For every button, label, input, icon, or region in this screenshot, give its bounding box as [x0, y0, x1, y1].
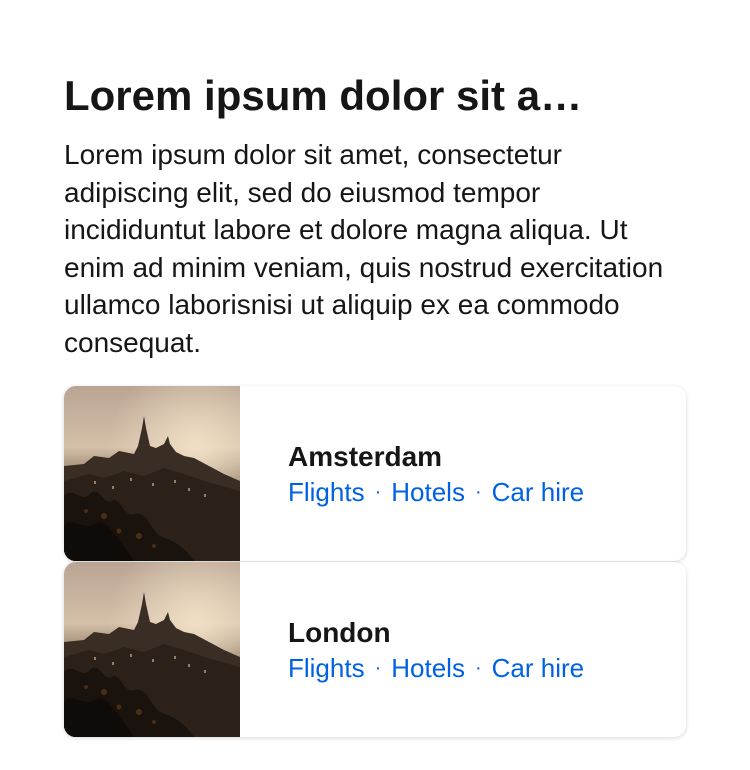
link-separator: ·	[374, 480, 382, 503]
intro-paragraph: Lorem ipsum dolor sit amet, consectetur …	[64, 139, 664, 358]
page-title: Lorem ipsum dolor sit a…	[64, 72, 583, 119]
card-links: Flights · Hotels · Car hire	[288, 651, 584, 685]
destination-list: Amsterdam Flights · Hotels · Car hire Lo…	[64, 386, 686, 738]
city-name: London	[288, 616, 391, 648]
card-links: Flights · Hotels · Car hire	[288, 475, 584, 509]
hotels-link[interactable]: Hotels	[391, 653, 465, 683]
hotels-link[interactable]: Hotels	[391, 477, 465, 507]
flights-link[interactable]: Flights	[288, 477, 365, 507]
card-info: Amsterdam Flights · Hotels · Car hire	[240, 439, 584, 509]
city-skyline-image	[64, 562, 240, 737]
car-hire-link[interactable]: Car hire	[492, 653, 584, 683]
destination-card-amsterdam[interactable]: Amsterdam Flights · Hotels · Car hire	[64, 386, 686, 561]
destination-card-london[interactable]: London Flights · Hotels · Car hire	[64, 562, 686, 737]
city-thumbnail	[64, 386, 240, 561]
link-separator: ·	[374, 656, 382, 679]
link-separator: ·	[474, 480, 482, 503]
link-separator: ·	[474, 656, 482, 679]
car-hire-link[interactable]: Car hire	[492, 477, 584, 507]
city-name: Amsterdam	[288, 440, 443, 472]
flights-link[interactable]: Flights	[288, 653, 365, 683]
city-thumbnail	[64, 562, 240, 737]
card-info: London Flights · Hotels · Car hire	[240, 615, 584, 685]
city-skyline-image	[64, 386, 240, 561]
intro-section: Lorem ipsum dolor sit a… Lorem ipsum dol…	[64, 72, 686, 361]
